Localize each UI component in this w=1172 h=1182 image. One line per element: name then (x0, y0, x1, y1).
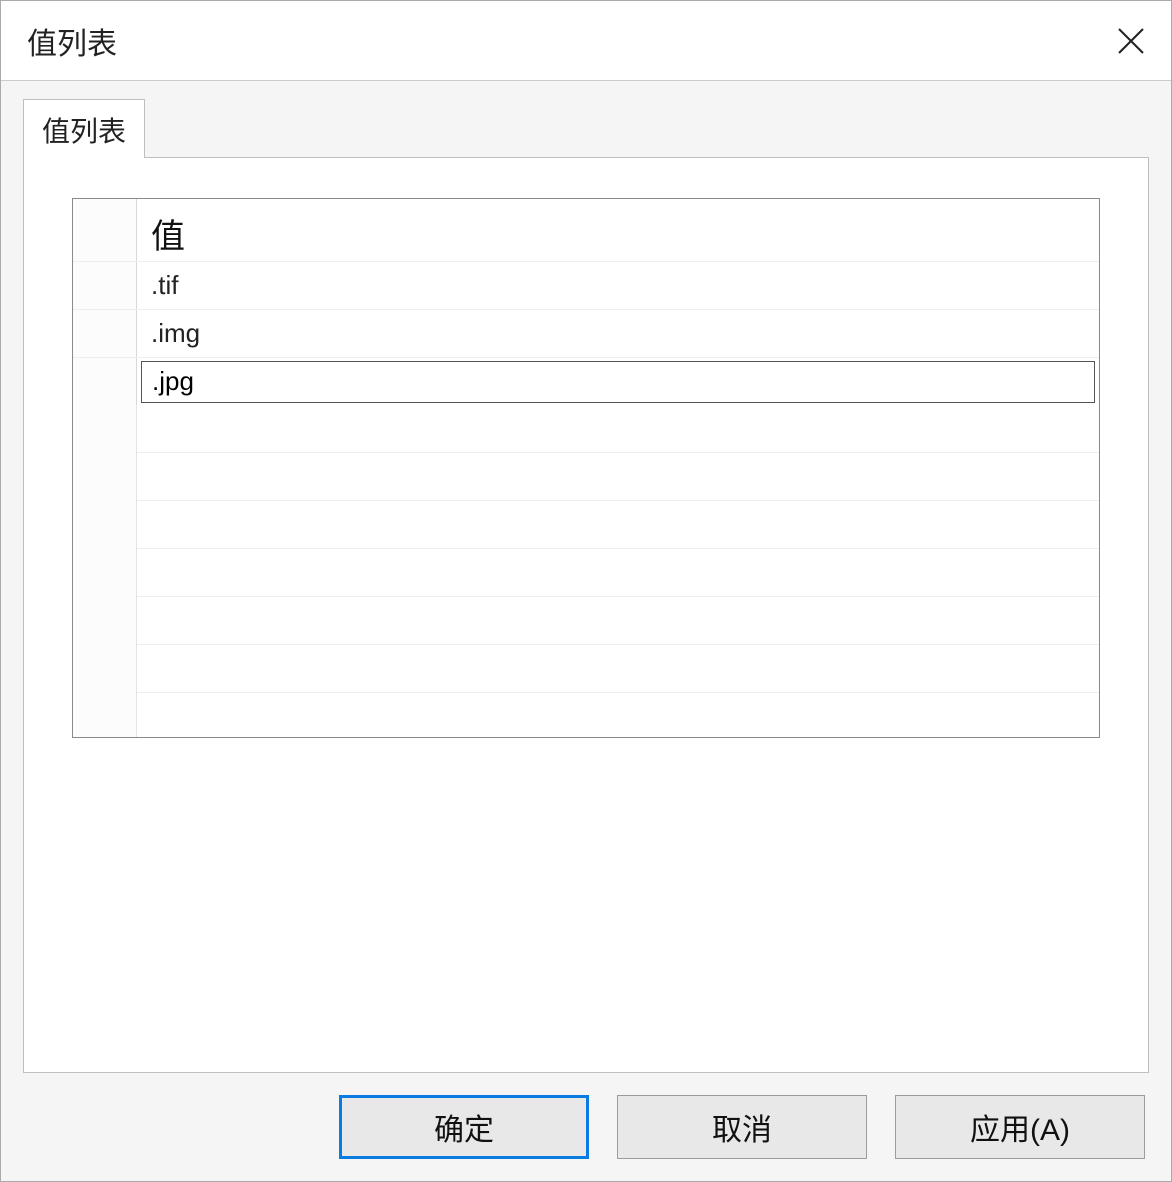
grid-row-gutter[interactable] (73, 358, 137, 405)
dialog-button-row: 确定 取消 应用(A) (1, 1073, 1171, 1181)
titlebar: 值列表 (1, 1, 1171, 81)
tab-panel: 值 .tif .img (23, 157, 1149, 1073)
grid-column-header[interactable]: 值 (137, 199, 1099, 261)
grid-cell[interactable]: .tif (137, 262, 1099, 309)
window-title: 值列表 (27, 19, 1109, 63)
tab-value-list[interactable]: 值列表 (23, 99, 145, 158)
close-icon[interactable] (1109, 19, 1153, 63)
table-row[interactable]: .tif (73, 261, 1099, 309)
cancel-button[interactable]: 取消 (617, 1095, 867, 1159)
grid-row-gutter[interactable] (73, 262, 137, 309)
dialog-window: 值列表 值列表 值 .tif (0, 0, 1172, 1182)
ok-button[interactable]: 确定 (339, 1095, 589, 1159)
grid-gutter-header (73, 199, 137, 261)
apply-button[interactable]: 应用(A) (895, 1095, 1145, 1159)
grid-cell[interactable]: .img (137, 310, 1099, 357)
table-row[interactable] (73, 357, 1099, 405)
grid-cell-editing[interactable] (137, 358, 1099, 405)
dialog-body: 值列表 值 .tif .img (1, 81, 1171, 1073)
table-row[interactable]: .img (73, 309, 1099, 357)
value-grid[interactable]: 值 .tif .img (72, 198, 1100, 738)
value-input[interactable] (141, 361, 1095, 403)
grid-header-row: 值 (73, 199, 1099, 261)
grid-row-gutter[interactable] (73, 310, 137, 357)
tabstrip: 值列表 (23, 103, 1149, 157)
grid-empty-area (73, 405, 1099, 737)
